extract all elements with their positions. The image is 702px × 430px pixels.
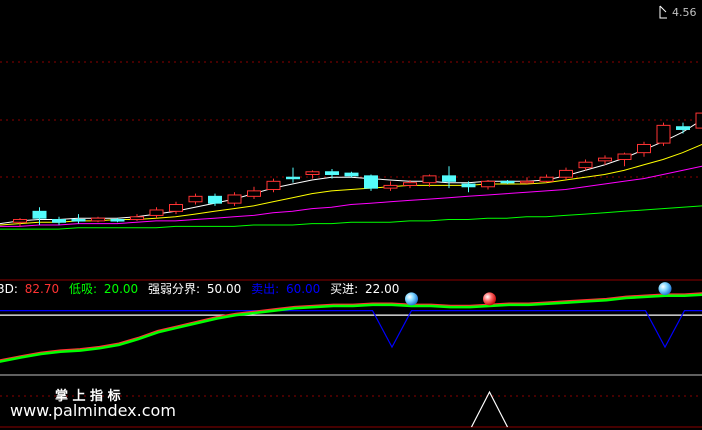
- candle-body: [637, 143, 651, 154]
- candle-body: [13, 219, 27, 223]
- candle-body: [71, 219, 86, 222]
- candle-body: [208, 195, 222, 204]
- ind-3d-line: [0, 292, 702, 362]
- candle: [676, 122, 690, 134]
- candle-body: [520, 180, 534, 184]
- candle-body: [325, 171, 339, 175]
- candle-body: [130, 216, 144, 221]
- candle: [695, 112, 702, 129]
- legend-low-label: 低吸:: [69, 282, 97, 296]
- legend-low-value: 20.00: [104, 282, 138, 296]
- candle: [13, 218, 27, 227]
- candle: [344, 171, 359, 178]
- ma5-line: [0, 119, 702, 225]
- candle-body: [305, 171, 320, 175]
- candle-body: [149, 209, 164, 216]
- candle: [130, 214, 144, 221]
- candle-body: [32, 210, 47, 219]
- ma10-line: [0, 143, 702, 226]
- candle-body: [247, 190, 261, 197]
- legend-3d-value: 82.70: [25, 282, 59, 296]
- candle-body: [188, 195, 203, 203]
- candle: [91, 216, 105, 223]
- legend-prefix: 3D:: [0, 282, 18, 296]
- candle-body: [364, 175, 378, 189]
- candle-body: [266, 180, 281, 191]
- legend-sell-value: 60.00: [286, 282, 320, 296]
- legend-buy-label: 买进:: [330, 282, 358, 296]
- candle: [227, 192, 242, 206]
- candle-body: [422, 175, 437, 184]
- candle: [149, 207, 164, 219]
- candle-body: [91, 217, 105, 222]
- buy-signal-spike: [470, 390, 509, 428]
- legend-boundary-value: 50.00: [207, 282, 241, 296]
- candle: [364, 174, 378, 191]
- high-marker: 4.56: [659, 5, 697, 19]
- candle: [637, 141, 651, 157]
- candle-body: [598, 157, 612, 162]
- chart-window: 4.56 3D: 82.70 低吸: 20.00 强弱分界: 50.00 卖出:…: [0, 0, 702, 430]
- watermark-url: www.palmindex.com: [10, 401, 176, 420]
- legend-buy-value: 22.00: [365, 282, 399, 296]
- price-panel: [0, 112, 702, 230]
- candle: [656, 122, 671, 146]
- candle: [286, 167, 300, 183]
- candle: [247, 186, 261, 200]
- candle-body: [559, 169, 573, 178]
- candle-body: [383, 184, 398, 189]
- candle: [266, 178, 281, 193]
- candle-body: [481, 180, 495, 188]
- candle-body: [500, 180, 515, 184]
- candle-body: [344, 172, 359, 177]
- candle-body: [169, 204, 183, 212]
- candle: [110, 218, 125, 223]
- candle-body: [461, 183, 476, 188]
- ind-sell-line: [0, 310, 702, 349]
- candle: [188, 193, 203, 205]
- candle-body: [676, 126, 690, 130]
- red-signal-ball: [483, 292, 496, 306]
- candle-body: [442, 175, 456, 182]
- candle: [500, 179, 515, 185]
- high-price-label: 4.56: [672, 6, 697, 19]
- candle: [52, 216, 66, 225]
- candle-body: [695, 112, 702, 129]
- legend-boundary-label: 强弱分界:: [148, 282, 200, 296]
- indicator-legend: 3D: 82.70 低吸: 20.00 强弱分界: 50.00 卖出: 60.0…: [0, 282, 399, 296]
- chart-canvas: 4.56 3D: 82.70 低吸: 20.00 强弱分界: 50.00 卖出:…: [0, 5, 702, 428]
- candle-body: [286, 176, 300, 180]
- candle: [559, 167, 573, 180]
- blue-signal-ball: [658, 282, 672, 296]
- candle-body: [617, 153, 632, 160]
- candle-body: [227, 194, 242, 204]
- candle: [539, 174, 554, 183]
- candle: [617, 152, 632, 167]
- ma60-line: [0, 205, 702, 230]
- legend-sell-label: 卖出:: [251, 282, 279, 296]
- candle-body: [52, 219, 66, 223]
- candle-body: [656, 124, 671, 144]
- candle-body: [110, 219, 125, 222]
- candle-body: [539, 176, 554, 182]
- signal-panel: [470, 390, 509, 428]
- candle-body: [578, 161, 593, 169]
- candle: [481, 179, 495, 190]
- candle: [383, 181, 398, 191]
- blue-signal-ball: [405, 292, 418, 306]
- candle: [442, 166, 456, 189]
- candle-body: [403, 182, 417, 186]
